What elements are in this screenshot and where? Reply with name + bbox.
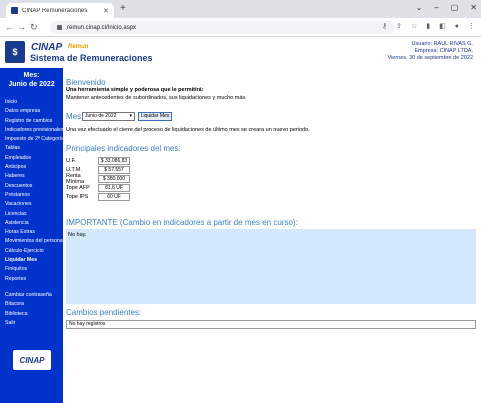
indicator-label: Renta Mínima [66, 172, 85, 185]
important-panel: No hay. [66, 229, 476, 304]
system-title: Sistema de Remuneraciones [30, 53, 153, 63]
reload-icon[interactable]: ↻ [30, 21, 38, 33]
sidebar-mes-label: Mes: [23, 72, 40, 79]
cinap-favicon-icon [11, 7, 18, 14]
maximize-icon[interactable]: ▢ [451, 2, 459, 14]
sidebar-item-reportes[interactable]: Reportes [5, 275, 63, 284]
sidebar-item-prestamos[interactable]: Préstamos [5, 191, 63, 200]
address-bar: ← → ↻ remun.cinap.cl/Inicio.aspx ⚷ ⇪ ☆ ▮… [0, 18, 481, 37]
mes-label: Mes: [66, 112, 84, 121]
tagline: Una herramienta simple y poderosa que le… [66, 87, 204, 93]
sidebar-item-datos-empresa[interactable]: Datos empresa [5, 107, 63, 116]
sidebar-item-calculo[interactable]: Cálculo-Ejercicio [5, 247, 63, 256]
indicator-row: Renta Mínima $ 380.000 [66, 172, 130, 185]
indicator-value: $ 57.557 [98, 165, 130, 174]
sidebar-item-empleados[interactable]: Empleados [5, 154, 63, 163]
sidebar-mes: Mes: Junio de 2022 [0, 68, 63, 97]
logo-cinap: CINAP [31, 42, 63, 53]
sidebar-item-inicio[interactable]: Inicio [5, 98, 63, 107]
sidebar-item-descuentos[interactable]: Descuentos [5, 182, 63, 191]
cambios-heading: Cambios pendientes: [66, 308, 142, 317]
indicator-value: $ 33.086,83 [98, 156, 130, 165]
sidebar-item-biblioteca[interactable]: Biblioteca [5, 310, 63, 319]
indicator-label: Tope AFP [66, 184, 90, 191]
cinap-logo-icon: $ [5, 41, 25, 63]
indicator-value: 81,6 UF [98, 183, 130, 192]
chevron-down-icon[interactable]: ⌄ [416, 2, 423, 14]
important-heading: IMPORTANTE (Cambio en indicadores a part… [66, 218, 298, 227]
sidebar-item-anticipos[interactable]: Anticipos [5, 163, 63, 172]
sidebar-item-movimientos[interactable]: Movimientos del personal [5, 237, 64, 246]
tab-title: CINAP Remuneraciones [22, 7, 88, 14]
indicator-value: $ 380.000 [98, 174, 130, 183]
chevron-down-icon: ▾ [129, 113, 132, 119]
indicators-heading: Principales indicadores del mes: [66, 144, 181, 153]
sidebar-item-salir[interactable]: Salir [5, 319, 63, 328]
logo-remun: Remun [68, 44, 89, 50]
sidebar-item-tablas[interactable]: Tablas [5, 144, 63, 153]
share-icon[interactable]: ⇪ [396, 22, 402, 32]
url-input[interactable]: remun.cinap.cl/Inicio.aspx [50, 21, 395, 34]
indicator-value: 60 UF [98, 192, 130, 201]
company-label: Empresa: CINAP LTDA. [414, 48, 473, 54]
welcome-heading: Bienvenido [66, 78, 106, 87]
star-icon[interactable]: ☆ [411, 22, 417, 32]
liquidar-mes-button[interactable]: Liquidar Mes [138, 112, 172, 121]
mes-select-value: Junio de 2022 [85, 113, 117, 119]
sidebar-item-registro-cambios[interactable]: Registro de cambios [5, 117, 63, 126]
sidebar: Mes: Junio de 2022 Inicio Datos empresa … [0, 68, 64, 403]
cierre-notice: Una vez efectuado el cierre del proceso … [66, 127, 310, 133]
close-tab-icon[interactable]: ✕ [103, 7, 109, 15]
forward-icon[interactable]: → [17, 21, 26, 33]
indicator-label: U.F. [66, 157, 76, 164]
lock-icon [57, 25, 62, 30]
minimize-icon[interactable]: – [434, 2, 438, 14]
window-controls: ⌄ – ▢ ✕ [416, 2, 477, 14]
session-info: Usuario: RAUL RIVAS G. Empresa: CINAP LT… [387, 41, 473, 62]
indicator-row: U.F. $ 33.086,83 [66, 156, 130, 165]
cambios-text: No hay registros [69, 321, 106, 327]
main-content: Bienvenido Una herramienta simple y pode… [66, 68, 477, 403]
sidebar-item-horas-extras[interactable]: Horas Extras [5, 228, 63, 237]
cambios-panel: No hay registros [66, 320, 476, 329]
url-text: remun.cinap.cl/Inicio.aspx [67, 24, 137, 31]
sidebar-item-liquidar-mes[interactable]: Liquidar Mes [5, 256, 63, 265]
key-icon[interactable]: ⚷ [382, 22, 387, 32]
mes-select[interactable]: Junio de 2022 ▾ [82, 112, 135, 121]
new-tab-icon[interactable]: + [120, 3, 126, 15]
close-window-icon[interactable]: ✕ [470, 2, 477, 14]
sidebar-mes-value: Junio de 2022 [8, 81, 55, 88]
extensions-icon[interactable]: ▮ [426, 22, 430, 32]
important-text: No hay. [68, 232, 87, 238]
menu-icon[interactable]: ⋮ [468, 22, 475, 32]
sidebar-menu: Inicio Datos empresa Registro de cambios… [0, 98, 64, 328]
sidebar-item-finiquitos[interactable]: Finiquitos [5, 265, 63, 274]
browser-toolbar: ⚷ ⇪ ☆ ▮ ◧ ● ⋮ [382, 22, 475, 32]
sidebar-cinap-logo: CINAP [13, 350, 51, 370]
sidebar-item-vacaciones[interactable]: Vacaciones [5, 200, 63, 209]
sidebar-item-indicadores[interactable]: Indicadores previsionales [5, 126, 64, 135]
page: $ CINAP Remun Sistema de Remuneraciones … [0, 37, 481, 403]
app-header: $ CINAP Remun Sistema de Remuneraciones … [0, 37, 481, 68]
indicators-table: U.F. $ 33.086,83 U.T.M. $ 57.557 Renta M… [66, 156, 130, 201]
sidebar-item-haberes[interactable]: Haberes [5, 172, 63, 181]
indicator-row: Tope IPS 60 UF [66, 192, 130, 201]
indicator-row: Tope AFP 81,6 UF [66, 183, 130, 192]
sidebar-item-impuesto[interactable]: Impuesto de 2ª Categoría [5, 135, 64, 144]
user-label: Usuario: RAUL RIVAS G. [411, 41, 473, 47]
sidebar-item-licencias[interactable]: Licencias [5, 210, 63, 219]
tagline-detail: Mantener antecedentes de subordinados, s… [66, 95, 247, 101]
date-label: Viernes, 30 de septiembre de 2022 [387, 55, 473, 61]
indicator-label: Tope IPS [66, 193, 89, 200]
browser-tab-bar: CINAP Remuneraciones ✕ + ⌄ – ▢ ✕ [0, 0, 481, 18]
profile-icon[interactable]: ● [455, 22, 459, 32]
sidebar-item-bitacora[interactable]: Bitacora [5, 300, 63, 309]
back-icon[interactable]: ← [5, 21, 14, 33]
sidepanel-icon[interactable]: ◧ [439, 22, 446, 32]
sidebar-item-asistencia[interactable]: Asistencia [5, 219, 63, 228]
sidebar-item-cambiar-contrasena[interactable]: Cambiar contraseña [5, 291, 63, 300]
browser-tab[interactable]: CINAP Remuneraciones ✕ [6, 3, 114, 18]
